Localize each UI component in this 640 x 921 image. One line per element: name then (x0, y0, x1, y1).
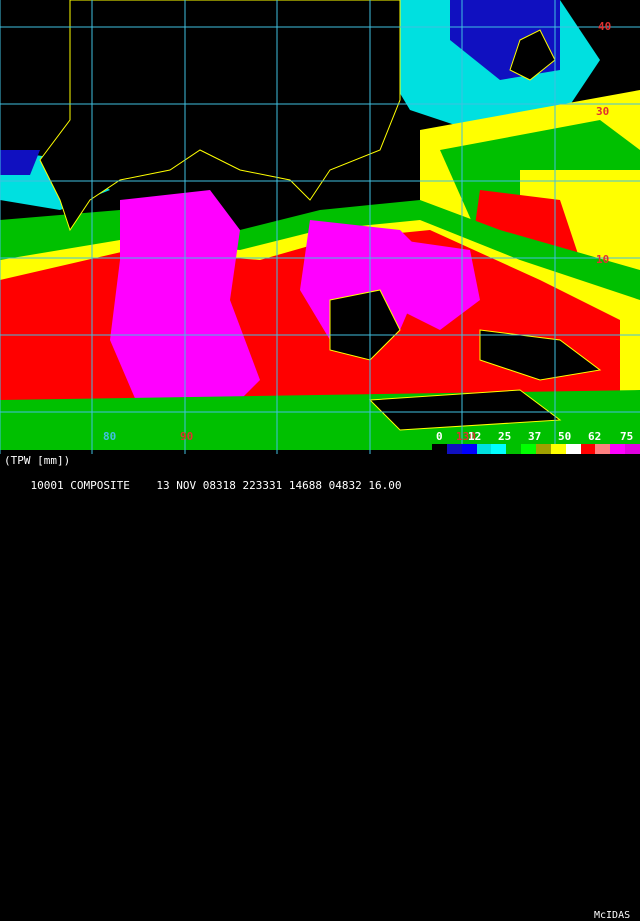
code-2: 04832 (328, 479, 362, 492)
product-info-line: 10001 COMPOSITE 13 NOV 08318 223331 1468… (4, 466, 402, 505)
lat-label-40: 40 (598, 20, 612, 33)
date-label: 13 NOV 08318 (156, 479, 236, 492)
lon-label-90: 90 (180, 430, 194, 443)
legend-labels: 0 12 25 37 50 62 75 (432, 430, 640, 443)
legend-label-25: 25 (498, 430, 512, 443)
lat-label-30: 30 (596, 105, 610, 118)
mcidas-logo-text: McIDAS (594, 910, 631, 921)
legend-label-62: 62 (588, 430, 602, 443)
tpw-map (0, 0, 640, 480)
status-footer: (TPW [mm]) 10001 COMPOSITE 13 NOV 08318 … (0, 454, 640, 921)
code-1: 14688 (288, 479, 322, 492)
lon-label-80: 80 (103, 430, 117, 443)
legend-label-37: 37 (528, 430, 542, 443)
legend-label-0: 0 (436, 430, 443, 443)
legend-label-12: 12 (468, 430, 482, 443)
legend-label-50: 50 (558, 430, 572, 443)
lat-label-10: 10 (596, 253, 610, 266)
time-label: 223331 (242, 479, 283, 492)
composite-label: 10001 COMPOSITE (30, 479, 130, 492)
code-3: 16.00 (368, 479, 402, 492)
legend-label-75: 75 (620, 430, 634, 443)
